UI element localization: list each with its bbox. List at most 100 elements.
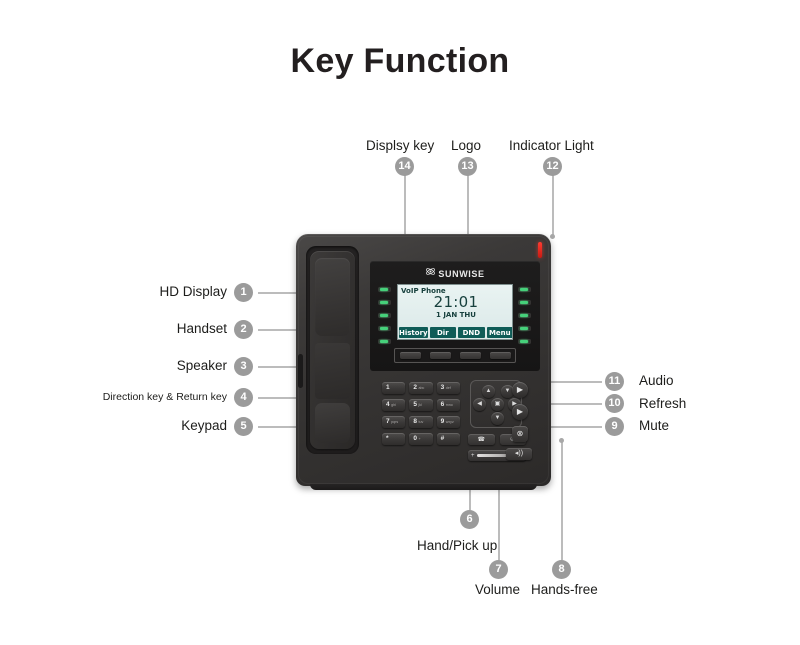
line-key-led <box>518 339 531 344</box>
key-digit: 6 <box>440 400 445 408</box>
callout-badge-2: 2 <box>234 320 253 339</box>
key-digit: 9 <box>440 417 445 425</box>
key-function-diagram: Key Function SUNWISE VoIP Phone 21:01 1 … <box>0 0 800 645</box>
keypad-key-5[interactable]: 5 jkl <box>409 399 433 411</box>
line-key-leds-right <box>518 287 531 352</box>
key-digit: # <box>440 434 445 442</box>
callout-label-speaker: Speaker <box>176 358 227 373</box>
line-key-led <box>518 313 531 318</box>
nav-up-icon[interactable]: ▲ <box>482 385 495 398</box>
callout-label-display-key: Displsy key <box>366 138 435 153</box>
keypad: 1 2 abc 3 def 4 ghi 5 jkl 6 mno 7 pqrs 8 tuv 9w… <box>382 382 460 445</box>
refresh-button[interactable]: ▶ <box>512 404 528 420</box>
atom-icon <box>425 266 436 279</box>
keypad-key-3[interactable]: 3 def <box>436 382 460 394</box>
leader-line-12 <box>552 172 554 236</box>
callout-badge-12: 12 <box>543 157 562 176</box>
key-digit: 8 <box>413 417 417 425</box>
key-digit: * <box>386 434 389 442</box>
keypad-key-7[interactable]: 7 pqrs <box>382 416 406 428</box>
line-key-led <box>378 326 391 331</box>
line-key-led <box>518 326 531 331</box>
leader-endpoint-8 <box>559 438 564 443</box>
key-letters: tuv <box>418 420 424 425</box>
callout-label-keypad: Keypad <box>181 418 227 433</box>
key-letters: mno <box>445 403 453 408</box>
callout-badge-1: 1 <box>234 283 253 302</box>
key-letters: + <box>418 437 421 442</box>
display-key[interactable] <box>429 352 451 359</box>
display-key[interactable] <box>489 352 511 359</box>
softkey-dnd[interactable]: DND <box>458 327 485 338</box>
leader-endpoint-12 <box>550 234 555 239</box>
keypad-key-9[interactable]: 9 wxyz <box>436 416 460 428</box>
key-letters: pqrs <box>391 420 399 425</box>
key-letters: abc <box>418 386 425 391</box>
lcd-time: 21:01 <box>433 293 479 311</box>
keypad-key-hash[interactable]: # <box>436 433 460 445</box>
callout-badge-10: 10 <box>605 394 624 413</box>
handset-mouthpiece <box>315 403 350 443</box>
key-letters: ghi <box>391 403 396 408</box>
keypad-key-2[interactable]: 2 abc <box>409 382 433 394</box>
leader-line-11 <box>548 381 602 383</box>
keypad-key-8[interactable]: 8 tuv <box>409 416 433 428</box>
leader-line-9 <box>548 426 602 428</box>
line-key-led <box>518 287 531 292</box>
lcd-softkey-row: History Dir DND Menu <box>398 327 512 338</box>
callout-label-mute: Mute <box>639 418 670 433</box>
keypad-key-1[interactable]: 1 <box>382 382 406 394</box>
callout-badge-5: 5 <box>234 417 253 436</box>
display-key[interactable] <box>399 352 421 359</box>
speaker-icon <box>298 354 303 388</box>
callout-badge-6: 6 <box>460 510 479 529</box>
nav-left-icon[interactable]: ◀ <box>473 398 486 411</box>
key-digit: 1 <box>386 383 390 391</box>
key-letters: jkl <box>418 403 422 408</box>
callout-label-volume: Volume <box>475 582 521 597</box>
key-digit: 0 <box>413 434 417 442</box>
key-digit: 4 <box>386 400 390 408</box>
nav-ok-icon[interactable]: ▣ <box>491 398 504 411</box>
key-digit: 3 <box>440 383 445 391</box>
mute-button[interactable]: ⊗ <box>512 426 528 442</box>
line-key-leds-left <box>378 287 391 352</box>
key-digit: 5 <box>413 400 417 408</box>
phone-base <box>310 484 537 490</box>
callout-label-hd-display: HD Display <box>159 284 227 299</box>
lcd-date: 1 JAN THU <box>436 311 476 319</box>
indicator-light <box>538 242 542 258</box>
callout-badge-8: 8 <box>552 560 571 579</box>
ip-phone-illustration: SUNWISE VoIP Phone 21:01 1 JAN THU Histo… <box>296 234 551 490</box>
callout-badge-14: 14 <box>395 157 414 176</box>
audio-button[interactable]: ▶ <box>512 382 528 398</box>
callout-label-direction-key: Direction key & Return key <box>102 391 227 403</box>
softkey-history[interactable]: History <box>399 327 428 338</box>
keypad-key-star[interactable]: * <box>382 433 406 445</box>
display-key[interactable] <box>459 352 481 359</box>
leader-line-8 <box>561 440 563 560</box>
handset-earpiece <box>315 258 350 336</box>
softkey-dir[interactable]: Dir <box>429 327 457 338</box>
line-key-led <box>378 300 391 305</box>
line-key-led <box>378 287 391 292</box>
brand-name: SUNWISE <box>438 268 485 279</box>
callout-badge-13: 13 <box>458 157 477 176</box>
brand-logo: SUNWISE <box>370 266 540 279</box>
keypad-key-0[interactable]: 0 + <box>409 433 433 445</box>
keypad-key-4[interactable]: 4 ghi <box>382 399 406 411</box>
key-letters: def <box>445 386 451 391</box>
callout-label-refresh: Refresh <box>639 396 687 411</box>
callout-badge-11: 11 <box>605 372 624 391</box>
display-key-row <box>394 348 516 363</box>
handset[interactable] <box>310 251 355 449</box>
nav-down-icon[interactable]: ▼ <box>491 412 504 425</box>
line-key-led <box>378 339 391 344</box>
leader-line-10 <box>548 403 602 405</box>
line-key-led <box>378 313 391 318</box>
keypad-key-6[interactable]: 6 mno <box>436 399 460 411</box>
hands-free-button[interactable]: ◂)) <box>506 448 532 460</box>
callout-label-audio: Audio <box>639 373 674 388</box>
pickup-icon[interactable]: ☎ <box>468 434 495 445</box>
softkey-menu[interactable]: Menu <box>486 327 512 338</box>
